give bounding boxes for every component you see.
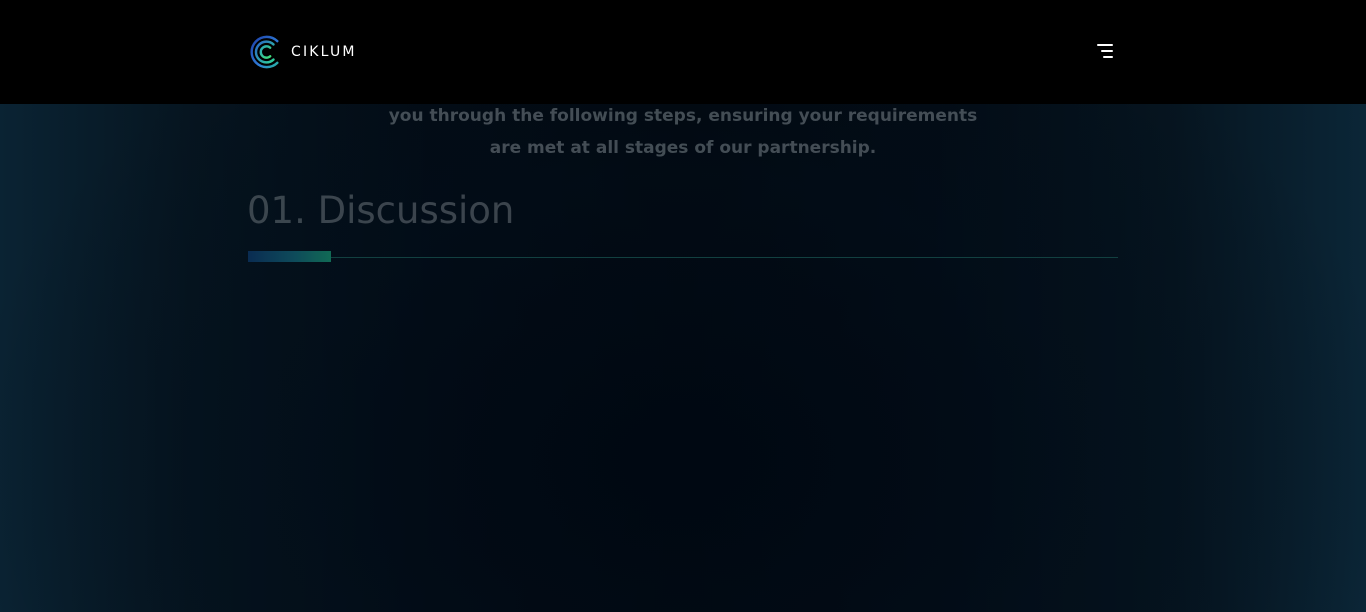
- page: CIKLUM you through the following steps, …: [0, 0, 1366, 612]
- step-progress-track: [248, 257, 1118, 258]
- intro-line: are met at all stages of our partnership…: [489, 138, 877, 158]
- menu-button[interactable]: [1093, 42, 1115, 62]
- ciklum-logo-link[interactable]: CIKLUM: [248, 34, 357, 70]
- hamburger-menu-icon: [1097, 44, 1113, 46]
- hamburger-menu-icon-line: [1101, 50, 1113, 52]
- hamburger-menu-icon-line: [1103, 56, 1113, 58]
- process-intro-text: you through the following steps, ensurin…: [383, 100, 983, 164]
- brand-name: CIKLUM: [291, 44, 357, 60]
- top-navigation-bar: CIKLUM: [0, 0, 1366, 104]
- ciklum-logo-icon: [250, 35, 279, 69]
- step-title: 01. Discussion: [247, 189, 515, 232]
- intro-line: you through the following steps, ensurin…: [388, 106, 978, 126]
- step-progress-fill: [248, 251, 331, 262]
